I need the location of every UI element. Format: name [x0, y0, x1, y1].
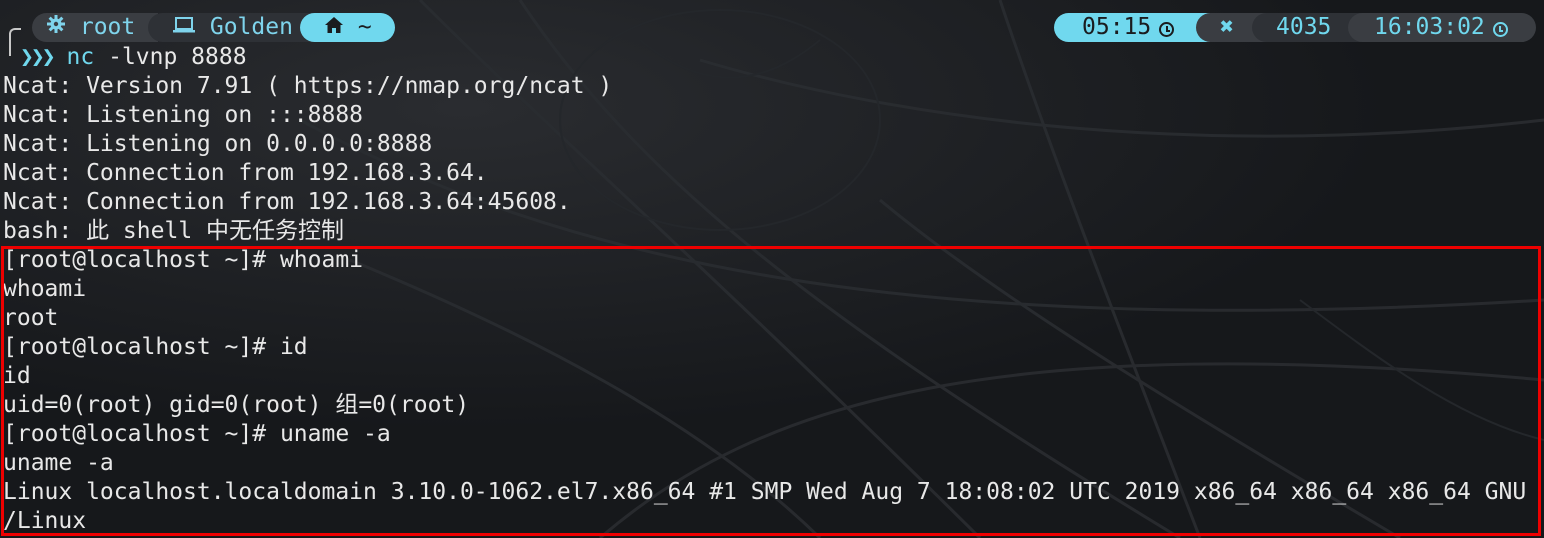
home-icon [324, 13, 344, 42]
clock-icon [1159, 22, 1175, 37]
highlight-box [1, 246, 1541, 536]
output-line: Ncat: Version 7.91 ( https://nmap.org/nc… [3, 73, 613, 99]
clock-icon [1492, 22, 1508, 37]
output-line: bash: 此 shell 中无任务控制 [3, 218, 345, 244]
prompt-host: Golden [209, 14, 293, 40]
prompt-arrows: ❯❯❯ [20, 44, 56, 70]
command-line[interactable]: ❯❯❯ nc -lvnp 8888 [20, 43, 247, 72]
prompt-dir: ~ [357, 14, 372, 40]
prompt-user: root [79, 14, 136, 40]
prompt-host-segment: Golden [148, 13, 318, 42]
history-number: 4035 [1276, 14, 1332, 40]
output-line: Ncat: Listening on :::8888 [3, 102, 364, 128]
gear-icon [46, 13, 66, 42]
clock-segment: 16:03:02 [1348, 13, 1536, 42]
output-line: Ncat: Connection from 192.168.3.64. [3, 160, 488, 186]
laptop-icon [172, 13, 196, 42]
command-name: nc [66, 44, 95, 70]
output-line: Ncat: Listening on 0.0.0.0:8888 [3, 131, 433, 157]
command-duration-segment: 05:15 [1054, 13, 1210, 42]
prompt-user-segment: root [32, 13, 158, 42]
current-time: 16:03:02 [1374, 14, 1485, 40]
prompt-dir-segment: ~ [300, 13, 395, 42]
x-icon: ✖ [1220, 14, 1234, 40]
command-duration: 05:15 [1082, 14, 1152, 40]
terminal-window[interactable]: root Golden ~ 05:15 ✖ 4035 16:03:02 ❯❯❯ n… [0, 0, 1544, 538]
output-line: Ncat: Connection from 192.168.3.64:45608… [3, 189, 571, 215]
command-args: -lvnp 8888 [94, 44, 247, 70]
